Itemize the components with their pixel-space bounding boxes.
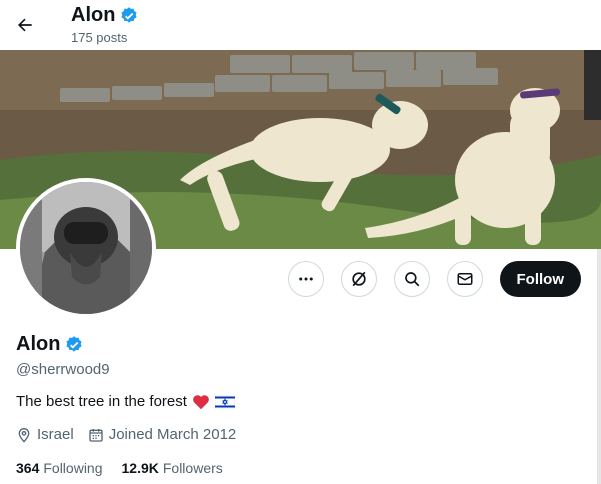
top-bar: Alon 175 posts: [0, 0, 601, 50]
search-icon: [404, 272, 419, 287]
verified-badge-icon[interactable]: [64, 335, 84, 355]
location-pin-icon: [18, 427, 30, 443]
following-link[interactable]: 364 Following: [16, 460, 103, 476]
message-icon: [457, 273, 472, 285]
posts-count: 175 posts: [71, 30, 128, 45]
following-count: 364: [16, 460, 40, 476]
profile-meta: Israel Joined March 2012: [16, 426, 236, 443]
grok-button[interactable]: [340, 261, 377, 297]
back-arrow-icon: [18, 18, 32, 32]
profile-name: Alon: [16, 333, 84, 356]
profile-bio: The best tree in the forest: [16, 393, 235, 410]
profile-actions: Follow: [287, 261, 581, 297]
profile-name-text: Alon: [16, 333, 61, 355]
following-label: Following: [43, 460, 103, 476]
followers-link[interactable]: 12.9K Followers: [122, 460, 223, 476]
follow-button[interactable]: Follow: [499, 261, 581, 297]
header-name-text: Alon: [71, 4, 116, 26]
follow-stats: 364 Following 12.9K Followers: [16, 460, 223, 476]
verified-badge-icon: [121, 6, 138, 23]
back-button[interactable]: [8, 8, 42, 42]
header-name: Alon: [71, 4, 139, 27]
message-button[interactable]: [446, 261, 483, 297]
followers-count: 12.9K: [121, 460, 159, 476]
more-button[interactable]: [287, 261, 324, 297]
more-icon: [298, 277, 313, 281]
avatar[interactable]: [16, 178, 156, 318]
followers-label: Followers: [162, 460, 223, 476]
profile-handle: @sherrwood9: [16, 361, 110, 378]
join-date-text: Joined March 2012: [108, 426, 237, 443]
calendar-icon: [89, 428, 103, 442]
location: Israel: [16, 426, 74, 443]
red-heart-icon: [193, 394, 209, 409]
bio-text: The best tree in the forest: [16, 393, 187, 410]
search-button[interactable]: [393, 261, 430, 297]
israel-flag-icon: [214, 394, 235, 409]
join-date: Joined March 2012: [88, 426, 237, 443]
grok-icon: [351, 271, 366, 287]
location-text: Israel: [37, 426, 74, 443]
